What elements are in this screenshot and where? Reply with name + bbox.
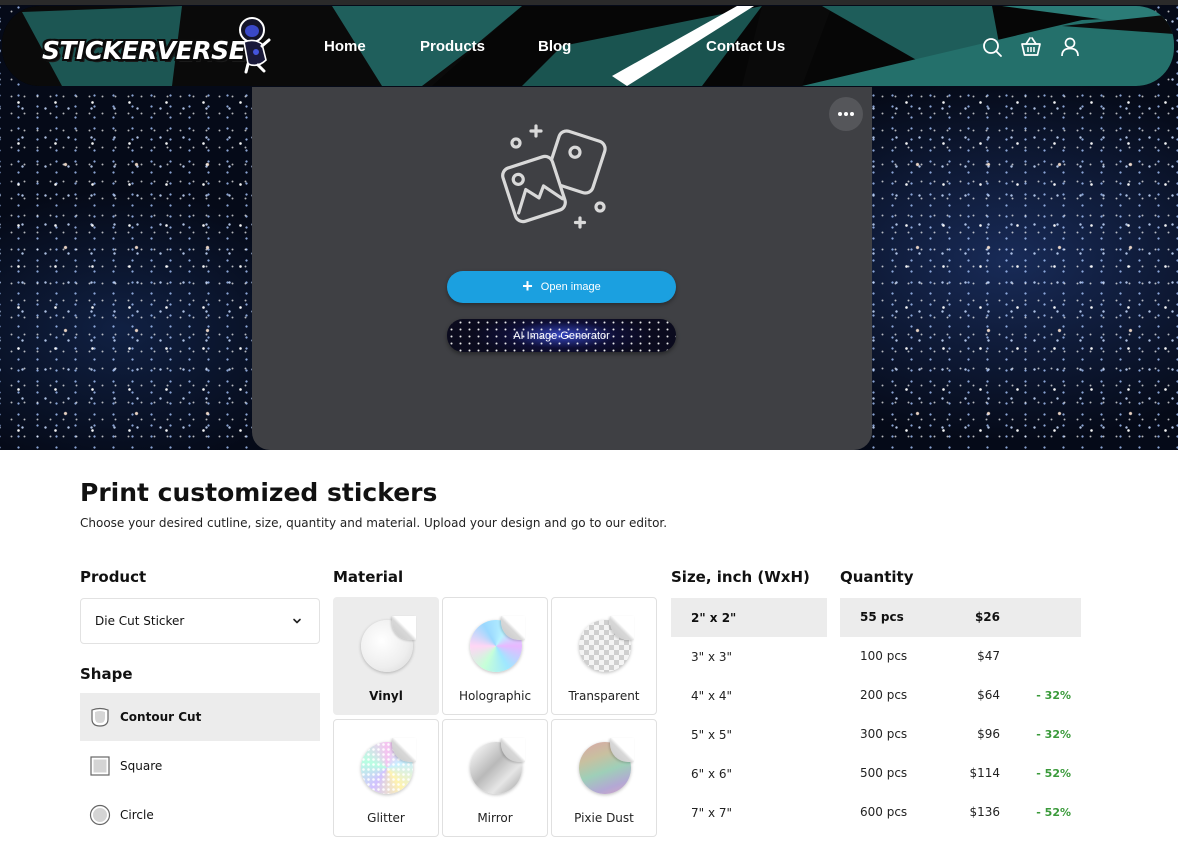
material-label: Glitter (367, 811, 405, 825)
shape-option-square[interactable]: Square (80, 742, 320, 790)
page-subtitle: Choose your desired cutline, size, quant… (80, 516, 668, 530)
open-image-label: Open image (540, 281, 601, 293)
top-navigation-bar: STICKERVERSE Home Products Blog Contact … (2, 6, 1174, 86)
material-heading: Material (333, 568, 404, 586)
nav-link-home[interactable]: Home (324, 38, 366, 55)
square-icon (90, 756, 110, 776)
size-heading: Size, inch (WxH) (671, 568, 810, 586)
window-top-edge (0, 0, 1178, 5)
size-option[interactable]: 5" x 5" (671, 715, 827, 754)
quantity-option[interactable]: 600 pcs $136 - 52% (840, 793, 1081, 832)
circle-icon (89, 804, 111, 826)
quantity-option[interactable]: 500 pcs $114 - 52% (840, 754, 1081, 793)
shape-option-label: Circle (120, 808, 154, 822)
material-option-holographic[interactable]: Holographic (442, 597, 548, 715)
page-title: Print customized stickers (80, 478, 438, 507)
quantity-price: $114 (969, 766, 1000, 780)
shape-option-label: Contour Cut (120, 710, 202, 724)
astronaut-mascot-icon (239, 17, 271, 74)
brand-logo[interactable]: STICKERVERSE (42, 36, 246, 65)
shape-option-contour-cut[interactable]: Contour Cut (80, 693, 320, 741)
size-option[interactable]: 2" x 2" (671, 598, 827, 637)
quantity-discount: - 52% (1036, 767, 1071, 780)
material-label: Mirror (477, 811, 513, 825)
nav-link-contact-us[interactable]: Contact Us (706, 38, 785, 55)
material-label: Transparent (568, 689, 640, 703)
material-option-mirror[interactable]: Mirror (442, 719, 548, 837)
quantity-pcs: 200 pcs (860, 688, 908, 702)
shape-heading: Shape (80, 665, 133, 683)
size-option[interactable]: 7" x 7" (671, 793, 827, 832)
quantity-price: $96 (977, 727, 1000, 741)
quantity-option[interactable]: 200 pcs $64 - 32% (840, 676, 1081, 715)
upload-editor-panel: + Open image AI Image Generator (252, 87, 872, 450)
size-option[interactable]: 6" x 6" (671, 754, 827, 793)
shape-option-circle[interactable]: Circle (80, 791, 320, 839)
chevron-down-icon (293, 618, 301, 624)
quantity-pcs: 500 pcs (860, 766, 908, 780)
nav-link-products[interactable]: Products (420, 38, 485, 55)
size-option[interactable]: 4" x 4" (671, 676, 827, 715)
quantity-pcs: 100 pcs (860, 649, 908, 663)
quantity-discount: - 32% (1036, 689, 1071, 702)
nav-link-blog[interactable]: Blog (538, 38, 571, 55)
quantity-price: $64 (977, 688, 1000, 702)
quantity-option[interactable]: 300 pcs $96 - 32% (840, 715, 1081, 754)
contour-cut-icon (91, 707, 109, 727)
material-option-vinyl[interactable]: Vinyl (333, 597, 439, 715)
shape-option-label: Square (120, 759, 163, 773)
material-option-transparent[interactable]: Transparent (551, 597, 657, 715)
quantity-price: $47 (977, 649, 1000, 663)
quantity-price: $136 (969, 805, 1000, 819)
product-heading: Product (80, 568, 147, 586)
plus-icon: + (522, 276, 533, 296)
quantity-pcs: 600 pcs (860, 805, 908, 819)
material-label: Vinyl (369, 689, 403, 703)
quantity-price: $26 (974, 610, 1000, 624)
more-dot-icon (850, 112, 854, 116)
ai-image-generator-label: AI Image Generator (513, 329, 610, 342)
material-option-pixie-dust[interactable]: Pixie Dust (551, 719, 657, 837)
open-image-button[interactable]: + Open image (447, 271, 676, 303)
product-select-value: Die Cut Sticker (95, 614, 185, 628)
quantity-option[interactable]: 100 pcs $47 (840, 637, 1081, 676)
product-select[interactable]: Die Cut Sticker (80, 598, 320, 644)
search-icon[interactable] (981, 36, 1003, 58)
ai-image-generator-button[interactable]: AI Image Generator (447, 319, 676, 352)
quantity-pcs: 55 pcs (860, 610, 904, 624)
quantity-heading: Quantity (840, 568, 914, 586)
more-options-button[interactable] (829, 97, 863, 131)
quantity-option[interactable]: 55 pcs $26 (840, 598, 1081, 637)
more-dot-icon (844, 112, 848, 116)
quantity-pcs: 300 pcs (860, 727, 908, 741)
quantity-discount: - 52% (1036, 806, 1071, 819)
basket-icon[interactable] (1020, 36, 1042, 58)
quantity-discount: - 32% (1036, 728, 1071, 741)
images-upload-icon (501, 124, 607, 229)
size-option[interactable]: 3" x 3" (671, 637, 827, 676)
material-label: Holographic (458, 689, 532, 703)
material-label: Pixie Dust (574, 811, 634, 825)
user-icon[interactable] (1059, 36, 1081, 58)
more-dot-icon (838, 112, 842, 116)
material-option-glitter[interactable]: Glitter (333, 719, 439, 837)
